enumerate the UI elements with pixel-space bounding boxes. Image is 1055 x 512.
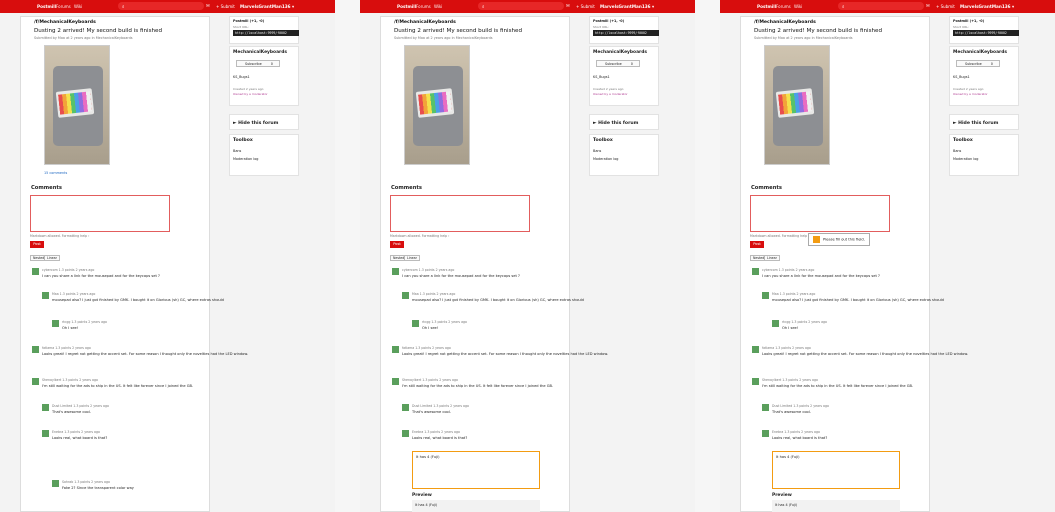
reply-editor[interactable]: It has 4 (Fuji)	[412, 451, 540, 489]
search-icon: ⌕	[482, 4, 485, 10]
wiki-link[interactable]: Wiki	[74, 4, 82, 9]
avatar	[42, 404, 49, 411]
user-menu[interactable]: MarvelsGrantMan136 ▾	[240, 4, 294, 9]
forum-link[interactable]: /f/MechanicalKeyboards	[394, 20, 456, 25]
warning-icon	[813, 236, 820, 243]
avatar	[42, 430, 49, 437]
comments-heading: Comments	[31, 185, 62, 191]
sidebar-info: Postmill (+1, -0) Short URL: http://loca…	[229, 16, 299, 44]
screen-panel-2: Postmill Forums Wiki ⌕ ✉ + Submit Marvel…	[360, 0, 695, 512]
forums-link[interactable]: Forums	[416, 4, 431, 9]
preview-heading: Preview	[412, 493, 432, 498]
topbar: Postmill Forums Wiki ⌕ ✉ + Submit Marvel…	[720, 0, 1055, 13]
sidebar: Postmill (+1, -0) Short URL: http://loca…	[229, 16, 299, 512]
post-button[interactable]: Post	[30, 241, 44, 248]
comments-link[interactable]: 15 comments	[44, 171, 67, 175]
avatar	[32, 346, 39, 353]
mail-icon[interactable]: ✉	[206, 4, 210, 9]
forum-link[interactable]: /f/MechanicalKeyboards	[34, 20, 96, 25]
preview-content: It has 4 (Fuji)	[412, 500, 540, 512]
search-input[interactable]	[478, 2, 564, 10]
post-image[interactable]	[404, 45, 470, 165]
validation-tooltip: Please fill out this field.	[808, 233, 870, 246]
forums-link[interactable]: Forums	[56, 4, 71, 9]
hide-forum-toggle[interactable]: ► Hide this forum	[229, 114, 299, 130]
avatar	[32, 378, 39, 385]
subscribe-button[interactable]: Subscribe 0	[236, 60, 280, 67]
brand-link[interactable]: Postmill	[397, 4, 416, 9]
post-byline: Submitted by Maa at 2 years ago in Mecha…	[394, 36, 493, 40]
short-url[interactable]: http://localhost:9999/f0002	[233, 30, 299, 36]
avatar	[32, 268, 39, 275]
avatar	[52, 480, 59, 487]
screen-panel-1: Postmill Forums Wiki ⌕ ✉ + Submit Marvel…	[0, 0, 335, 512]
comment-textarea[interactable]	[390, 195, 530, 232]
toolbox: Toolbox Bans Moderation log	[229, 134, 299, 176]
bans-link[interactable]: Bans	[233, 149, 241, 153]
brand-link[interactable]: Postmill	[37, 4, 56, 9]
wiki-link[interactable]: Wiki	[434, 4, 442, 9]
mail-icon[interactable]: ✉	[566, 4, 570, 9]
sidebar: Postmill (+1, -0) Short URL: http://localh…	[589, 16, 659, 512]
markdown-note[interactable]: Markdown allowed. Formatting help ›	[390, 234, 449, 238]
post-title[interactable]: Dusting 2 arrived! My second build is fi…	[394, 28, 522, 34]
comments-heading: Comments	[391, 185, 422, 191]
forum-name[interactable]: MechanicalKeyboards	[233, 50, 287, 55]
markdown-note[interactable]: Markdown allowed. Formatting help ›	[30, 234, 89, 238]
modlog-link[interactable]: Moderation log	[233, 157, 258, 161]
avatar	[52, 320, 59, 327]
topbar: Postmill Forums Wiki ⌕ ✉ + Submit Marvel…	[360, 0, 695, 13]
comment-textarea[interactable]	[30, 195, 170, 232]
screen-panel-3: Postmill Forums Wiki ⌕ ✉ + Submit Marvel…	[720, 0, 1055, 512]
forum-box: MechanicalKeyboards Subscribe 0 KS_Bugs1…	[229, 46, 299, 106]
search-icon: ⌕	[122, 4, 125, 10]
avatar	[42, 292, 49, 299]
search-input[interactable]	[118, 2, 204, 10]
submit-link[interactable]: + Submit	[576, 4, 595, 9]
post-title[interactable]: Dusting 2 arrived! My second build is fi…	[34, 28, 162, 34]
post-byline: Submitted by Maa at 2 years ago in Mecha…	[34, 36, 133, 40]
post-image[interactable]	[44, 45, 110, 165]
submit-link[interactable]: + Submit	[216, 4, 235, 9]
topbar: Postmill Forums Wiki ⌕ ✉ + Submit Marvel…	[0, 0, 335, 13]
sort-linear-button[interactable]: Linear	[44, 255, 60, 261]
sort-linear-button[interactable]: Linear	[404, 255, 420, 261]
user-menu[interactable]: MarvelsGrantMan136 ▾	[600, 4, 654, 9]
post-button[interactable]: Post	[390, 241, 404, 248]
